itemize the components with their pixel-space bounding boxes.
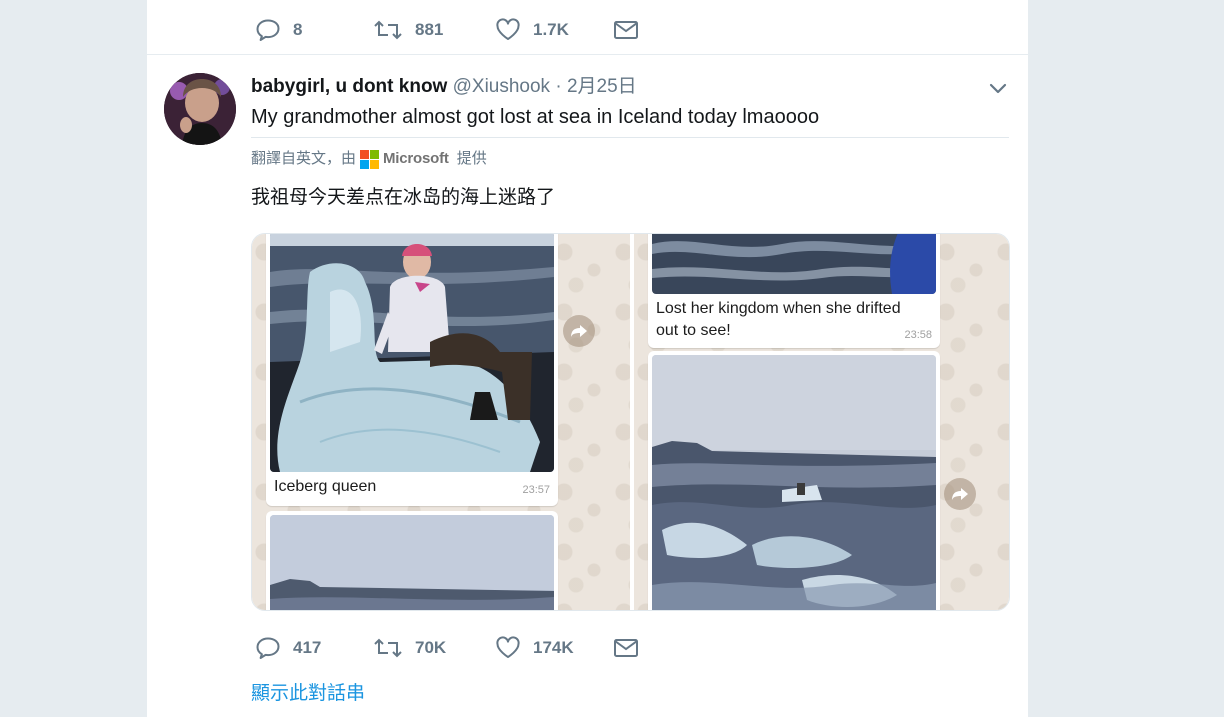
like-count: 1.7K xyxy=(533,20,569,39)
chat-bubble-photo-2 xyxy=(266,511,558,610)
show-thread-link[interactable]: 顯示此對話串 xyxy=(251,681,365,707)
like-icon xyxy=(495,18,521,42)
forward-icon[interactable] xyxy=(563,315,595,347)
left-chat-screenshot[interactable]: Iceberg queen 23:57 xyxy=(252,234,630,610)
translation-suffix: 提供 xyxy=(456,150,487,167)
reply-icon xyxy=(255,18,281,42)
display-name[interactable]: babygirl, u dont know xyxy=(251,76,447,97)
like-button[interactable]: 1.7K xyxy=(495,18,613,42)
like-icon xyxy=(495,636,521,660)
drifting-photo xyxy=(652,355,936,610)
translation-prefix: 翻譯自英文，由 xyxy=(251,150,357,167)
reply-button[interactable]: 8 xyxy=(255,18,373,42)
microsoft-logo xyxy=(360,149,380,169)
reply-count: 417 xyxy=(293,638,322,657)
retweet-icon xyxy=(373,18,403,42)
left-caption: Iceberg queen xyxy=(274,478,377,495)
retweet-button[interactable]: 881 xyxy=(373,18,495,42)
tweet-date[interactable]: 2月25日 xyxy=(567,76,637,97)
retweet-count: 881 xyxy=(415,20,444,39)
translation-divider xyxy=(251,137,1009,138)
prev-tweet-action-bar: 8 881 1.7K xyxy=(255,12,639,48)
translation-provider[interactable]: Microsoft xyxy=(383,148,449,170)
reply-icon xyxy=(255,636,281,660)
avatar[interactable] xyxy=(164,73,236,145)
right-timestamp: 23:58 xyxy=(904,329,932,341)
translation-attribution: 翻譯自英文，由 Microsoft 提供 xyxy=(251,148,487,170)
right-caption-line2: out to see! xyxy=(656,322,731,339)
caret-down-icon[interactable] xyxy=(985,78,1011,98)
translated-text: 我祖母今天差点在冰岛的海上迷路了 xyxy=(251,187,556,208)
left-timestamp: 23:57 xyxy=(522,484,550,496)
right-chat-screenshot[interactable]: Lost her kingdom when she drifted out to… xyxy=(634,234,1009,610)
like-button[interactable]: 174K xyxy=(495,636,613,660)
user-handle[interactable]: @Xiushook xyxy=(453,76,550,97)
chat-bubble-caption: Lost her kingdom when she drifted out to… xyxy=(648,234,940,348)
tweet-divider xyxy=(147,54,1028,55)
message-icon xyxy=(613,19,639,41)
chat-bubble-photo: Iceberg queen 23:57 xyxy=(266,234,558,506)
sea-photo-top xyxy=(652,234,936,294)
sea-photo-small xyxy=(270,515,554,610)
retweet-icon xyxy=(373,636,403,660)
tweet-text: My grandmother almost got lost at sea in… xyxy=(251,106,820,128)
chat-bubble-photo-3 xyxy=(648,351,940,610)
retweet-count: 70K xyxy=(415,638,447,657)
separator-dot: · xyxy=(555,76,562,97)
message-button[interactable] xyxy=(613,19,639,41)
message-button[interactable] xyxy=(613,637,639,659)
like-count: 174K xyxy=(533,638,574,657)
tweet-action-bar: 417 70K 174K xyxy=(255,630,639,666)
retweet-button[interactable]: 70K xyxy=(373,636,495,660)
reply-button[interactable]: 417 xyxy=(255,636,373,660)
iceberg-queen-photo xyxy=(270,234,554,472)
timeline-column: 8 881 1.7K babygirl, u dont know @Xiusho… xyxy=(147,0,1028,717)
forward-icon-2[interactable] xyxy=(944,478,976,510)
message-icon xyxy=(613,637,639,659)
tweet-header: babygirl, u dont know @Xiushook · 2月25日 xyxy=(251,74,637,100)
tweet-media[interactable]: Iceberg queen 23:57 Lost her kingdom whe… xyxy=(251,233,1010,611)
right-caption-line1: Lost her kingdom when she drifted xyxy=(656,300,901,317)
reply-count: 8 xyxy=(293,20,303,39)
